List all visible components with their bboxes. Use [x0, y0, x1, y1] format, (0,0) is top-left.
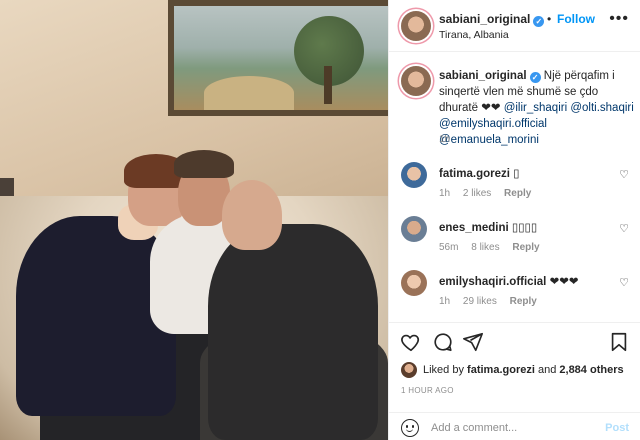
comment-like-heart-icon[interactable]: ♡ — [619, 222, 629, 235]
avatar[interactable] — [401, 162, 427, 188]
likes-count[interactable]: 2,884 others — [559, 364, 623, 376]
likes-summary: Liked by fatima.gorezi and 2,884 others — [401, 362, 637, 382]
comment-username[interactable]: fatima.gorezi — [439, 168, 510, 180]
comment-time: 1h — [439, 188, 451, 199]
avatar[interactable] — [401, 66, 431, 96]
header-username[interactable]: sabiani_original ✓ — [439, 12, 545, 27]
share-icon[interactable] — [461, 331, 485, 355]
caption-time: 1h — [439, 134, 451, 145]
avatar[interactable] — [401, 216, 427, 242]
caption-username[interactable]: sabiani_original ✓ — [439, 70, 541, 83]
mention-link[interactable]: @emanuela_morini — [439, 134, 539, 146]
comment-time: 56m — [439, 242, 459, 253]
reply-button[interactable]: Reply — [510, 296, 537, 307]
verified-badge-icon: ✓ — [529, 72, 541, 83]
post-comment-button[interactable]: Post — [605, 422, 629, 434]
avatar[interactable] — [401, 11, 431, 41]
post-photo[interactable] — [0, 0, 388, 440]
comment-item: emilyshaqiri.official ❤❤❤ 1h 29 likes Re… — [389, 270, 640, 322]
location-link[interactable]: Tirana, Albania — [439, 29, 509, 41]
comment-likes[interactable]: 29 likes — [463, 296, 497, 307]
comment-text: ▯▯▯▯ — [511, 222, 538, 234]
mention-link[interactable]: @olti.shaqiri — [570, 102, 633, 114]
comment-username[interactable]: emilyshaqiri.official — [439, 276, 546, 288]
comment-time: 1h — [439, 296, 451, 307]
comment-item: enes_medini ▯▯▯▯ 56m 8 likes Reply ♡ — [389, 216, 640, 268]
separator-dot: • — [547, 12, 552, 26]
mention-link[interactable]: @ilir_shaqiri — [504, 102, 567, 114]
post-header: sabiani_original ✓ • Follow Tirana, Alban… — [389, 0, 640, 52]
add-comment-bar: Post — [389, 412, 640, 440]
reply-button[interactable]: Reply — [504, 188, 531, 199]
avatar[interactable] — [401, 362, 417, 378]
heart-icon[interactable] — [399, 331, 423, 355]
photo-painting — [168, 0, 388, 116]
comment-input[interactable] — [431, 419, 591, 437]
comment-likes[interactable]: 2 likes — [463, 188, 491, 199]
reply-button[interactable]: Reply — [512, 242, 539, 253]
post-sidebar: sabiani_original ✓ • Follow Tirana, Alban… — [388, 0, 640, 440]
liked-by-and: and — [537, 364, 557, 376]
liked-by-label: Liked by — [423, 364, 464, 376]
comment-text: ❤❤❤ — [549, 276, 579, 288]
action-bar — [389, 322, 640, 362]
comment-item: fatima.gorezi ▯ 1h 2 likes Reply ♡ — [389, 162, 640, 214]
verified-badge-icon: ✓ — [533, 16, 545, 27]
avatar[interactable] — [401, 270, 427, 296]
comment-text: ▯ — [513, 168, 520, 180]
photo-person-elder — [208, 224, 378, 440]
more-options-icon[interactable]: ••• — [609, 10, 629, 28]
emoji-icon[interactable] — [401, 419, 419, 437]
comment-like-heart-icon[interactable]: ♡ — [619, 276, 629, 289]
post-timestamp: 1 HOUR AGO — [401, 386, 454, 395]
comment-likes[interactable]: 8 likes — [471, 242, 499, 253]
follow-button[interactable]: Follow — [557, 12, 595, 26]
comment-like-heart-icon[interactable]: ♡ — [619, 168, 629, 181]
comment-icon[interactable] — [431, 331, 455, 355]
comment-username[interactable]: enes_medini — [439, 222, 509, 234]
bookmark-icon[interactable] — [607, 331, 631, 355]
mention-link[interactable]: @emilyshaqiri.official — [439, 118, 547, 130]
liked-by-user[interactable]: fatima.gorezi — [467, 364, 535, 376]
